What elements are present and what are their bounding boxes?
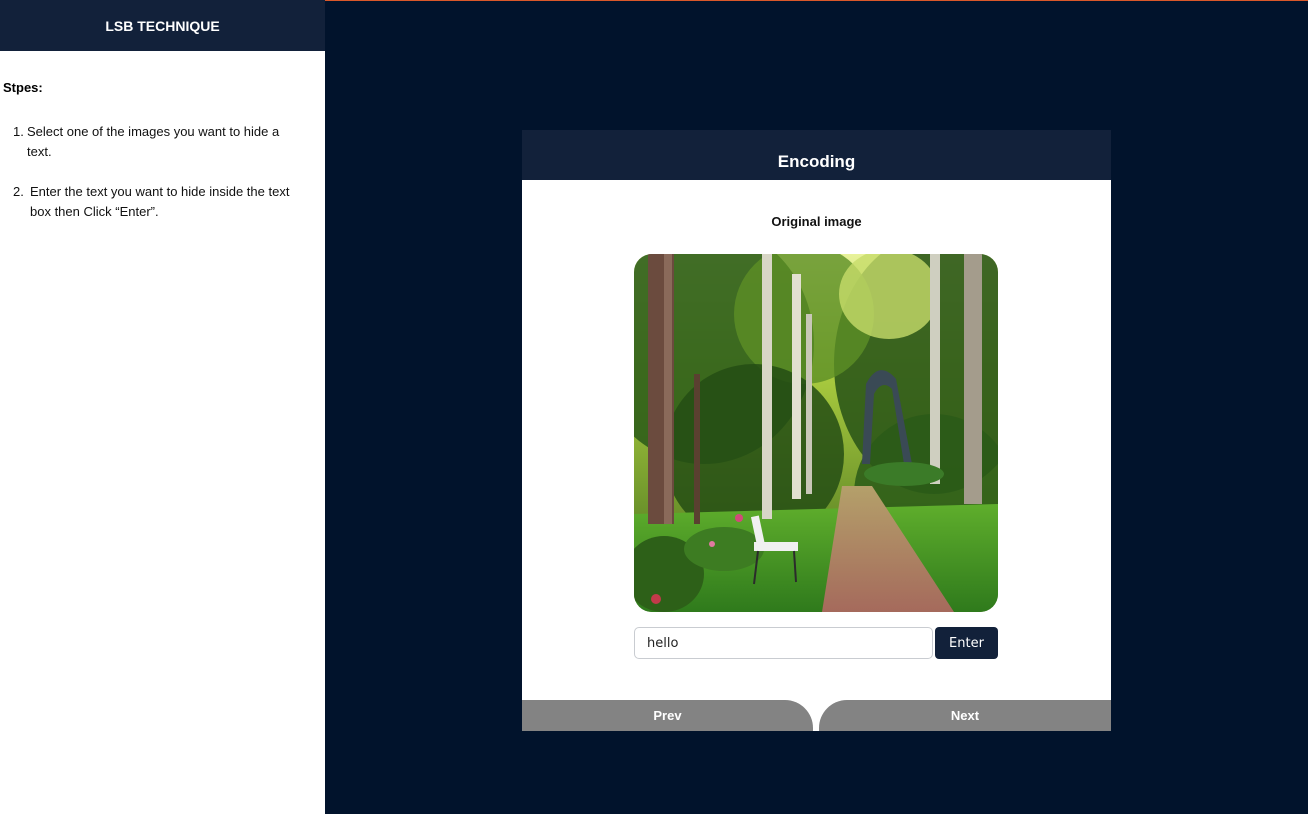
step-text: Select one of the images you want to hid… [27,124,280,159]
step-text: Enter the text you want to hide inside t… [30,184,290,219]
sidebar: LSB TECHNIQUE Stpes: 1. Select one of th… [0,0,325,814]
card-title: Encoding [522,130,1111,180]
step-item: 1. Select one of the images you want to … [13,122,303,162]
original-image-label: Original image [771,214,862,229]
steps-heading: Stpes: [3,80,43,95]
hidden-text-input[interactable] [634,627,933,659]
original-image[interactable] [634,254,998,612]
step-item: 2. Enter the text you want to hide insid… [13,182,303,222]
enter-button[interactable]: Enter [935,627,998,659]
step-number: 1. [13,124,24,139]
forest-path-image [634,254,998,612]
encoding-card: Encoding Original image hello Enter Prev… [522,130,1111,731]
step-number: 2. [13,184,24,199]
prev-button[interactable]: Prev [522,700,813,731]
sidebar-title: LSB TECHNIQUE [0,0,325,51]
next-button[interactable]: Next [819,700,1111,731]
steps-list: 1. Select one of the images you want to … [13,122,303,242]
